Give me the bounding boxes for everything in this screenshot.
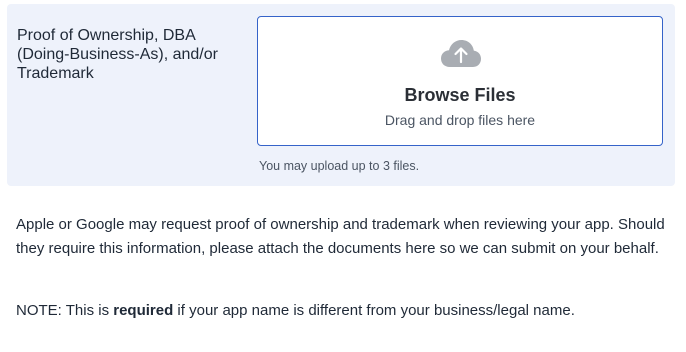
- note-text: NOTE: This is required if your app name …: [16, 301, 676, 321]
- upload-limit-hint: You may upload up to 3 files.: [259, 159, 420, 173]
- browse-files-title[interactable]: Browse Files: [258, 85, 662, 106]
- drag-drop-hint: Drag and drop files here: [384, 112, 536, 128]
- upload-field-panel: Proof of Ownership, DBA (Doing-Business-…: [7, 4, 675, 186]
- description-text: Apple or Google may request proof of own…: [16, 216, 665, 257]
- note-required-emphasis: required: [113, 302, 174, 319]
- note-suffix: if your app name is different from your …: [173, 302, 575, 319]
- field-label: Proof of Ownership, DBA (Doing-Business-…: [17, 27, 218, 82]
- note-prefix: NOTE: This is: [16, 302, 114, 319]
- cloud-upload-icon: [441, 40, 481, 67]
- file-dropzone[interactable]: Browse Files Drag and drop files here: [257, 16, 663, 146]
